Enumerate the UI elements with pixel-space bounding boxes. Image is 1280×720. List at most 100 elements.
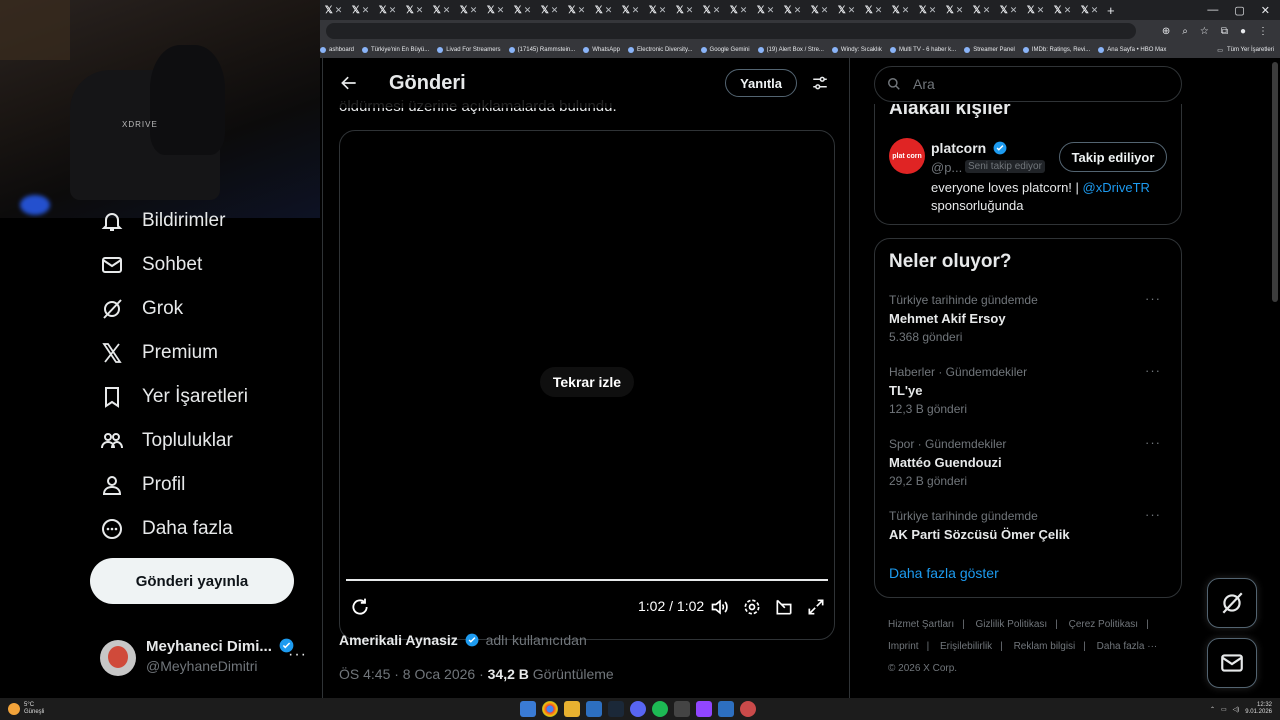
tab-close-icon[interactable]: ✕ [902, 5, 910, 16]
weather-widget[interactable]: 5°C Güneşli [8, 702, 44, 716]
clock[interactable]: 12:32 9.01.2026 [1245, 702, 1272, 716]
tab-close-icon[interactable]: ✕ [1091, 5, 1099, 16]
tab-close-icon[interactable]: ✕ [1064, 5, 1072, 16]
footer-link[interactable]: Hizmet Şartları [888, 619, 954, 630]
replay-button[interactable]: Tekrar izle [540, 367, 634, 397]
browser-tab[interactable]: 𝕏 ✕ [536, 0, 563, 20]
tab-close-icon[interactable]: ✕ [1010, 5, 1018, 16]
browser-tab[interactable]: 𝕏 ✕ [860, 0, 887, 20]
video-player[interactable]: Tekrar izle 1:02 / 1:02 [339, 130, 835, 640]
trend-more-icon[interactable]: ··· [1145, 291, 1161, 306]
nav-premium[interactable]: Premium [100, 338, 218, 368]
browser-tab[interactable]: 𝕏 ✕ [590, 0, 617, 20]
steam-icon[interactable] [608, 701, 624, 717]
bookmark-item[interactable]: Streamer Panel [964, 47, 1015, 53]
bookmark-item[interactable]: WhatsApp [583, 47, 620, 53]
tab-close-icon[interactable]: ✕ [740, 5, 748, 16]
tab-close-icon[interactable]: ✕ [956, 5, 964, 16]
replay-icon[interactable] [350, 597, 370, 617]
app-icon[interactable] [586, 701, 602, 717]
tab-close-icon[interactable]: ✕ [659, 5, 667, 16]
zoom-icon[interactable]: ⊕ [1162, 26, 1170, 37]
bookmark-item[interactable]: (19) Alert Box / Stre... [757, 47, 824, 53]
browser-tab[interactable]: 𝕏 ✕ [671, 0, 698, 20]
network-icon[interactable]: ▭ [1221, 706, 1227, 713]
reply-button[interactable]: Yanıtla [725, 69, 797, 97]
bookmark-item[interactable]: ashboard [320, 47, 354, 53]
trend-more-icon[interactable]: ··· [1145, 435, 1161, 450]
browser-tab[interactable]: 𝕏 ✕ [941, 0, 968, 20]
browser-tab[interactable]: 𝕏 ✕ [455, 0, 482, 20]
browser-tab[interactable]: 𝕏 ✕ [482, 0, 509, 20]
all-bookmarks-button[interactable]: ▭ Tüm Yer İşaretleri [1217, 47, 1280, 54]
browser-tab[interactable]: 𝕏 ✕ [1049, 0, 1076, 20]
trend-item[interactable]: Spor · Gündemdekiler Mattéo Guendouzi 29… [889, 435, 1169, 488]
nav-chat[interactable]: Sohbet [100, 250, 202, 280]
star-icon[interactable]: ☆ [1200, 26, 1209, 37]
address-bar[interactable] [326, 23, 1136, 39]
sliders-icon[interactable] [811, 74, 829, 92]
tab-close-icon[interactable]: ✕ [335, 5, 343, 16]
windows-start-icon[interactable] [520, 701, 536, 717]
browser-tab[interactable]: 𝕏 ✕ [779, 0, 806, 20]
app-icon[interactable] [674, 701, 690, 717]
show-more-link[interactable]: Daha fazla göster [889, 565, 999, 581]
grok-fab[interactable] [1207, 578, 1257, 628]
search-box[interactable] [874, 66, 1182, 102]
account-more-icon[interactable]: ··· [288, 646, 307, 664]
account-switcher[interactable]: Meyhaneci Dimi... @MeyhaneDimitri ··· [100, 636, 310, 680]
twitch-icon[interactable] [696, 701, 712, 717]
tab-close-icon[interactable]: ✕ [794, 5, 802, 16]
trend-item[interactable]: Türkiye tarihinde gündemde Mehmet Akif E… [889, 291, 1169, 344]
speaker-icon[interactable]: ◁) [1233, 706, 1240, 713]
browser-tab[interactable]: 𝕏 ✕ [1076, 0, 1103, 20]
close-window-icon[interactable]: ✕ [1261, 4, 1270, 17]
settings-gear-icon[interactable] [742, 597, 762, 617]
bookmark-item[interactable]: Windy: Sıcaklık [831, 47, 882, 53]
bookmark-item[interactable]: Multi TV - 6 haber k... [889, 47, 956, 53]
trend-item[interactable]: Haberler · Gündemdekiler TL'ye 12,3 B gö… [889, 363, 1169, 416]
new-tab-button[interactable]: + [1107, 3, 1115, 18]
footer-link[interactable]: Çerez Politikası [1069, 619, 1138, 630]
discord-icon[interactable] [630, 701, 646, 717]
post-timestamp[interactable]: ÖS 4:45 · 8 Oca 2026 · [339, 666, 484, 682]
tab-close-icon[interactable]: ✕ [605, 5, 613, 16]
bookmark-item[interactable]: IMDb: Ratings, Revi... [1022, 47, 1090, 53]
messages-fab[interactable] [1207, 638, 1257, 688]
tab-close-icon[interactable]: ✕ [416, 5, 424, 16]
back-arrow-icon[interactable] [339, 73, 359, 93]
browser-tab[interactable]: 𝕏 ✕ [833, 0, 860, 20]
tab-close-icon[interactable]: ✕ [524, 5, 532, 16]
footer-link[interactable]: Erişilebilirlik [940, 641, 992, 652]
tab-close-icon[interactable]: ✕ [1037, 5, 1045, 16]
bookmark-item[interactable]: Google Gemini [700, 47, 750, 53]
minimize-icon[interactable]: — [1207, 4, 1218, 17]
volume-icon[interactable] [710, 597, 730, 617]
browser-tab[interactable]: 𝕏 ✕ [374, 0, 401, 20]
trend-item[interactable]: Türkiye tarihinde gündemde AK Parti Sözc… [889, 507, 1169, 542]
byline-name[interactable]: Amerikali Aynasiz [339, 632, 458, 648]
nav-more[interactable]: Daha fazla [100, 514, 233, 544]
page-scrollbar[interactable] [1272, 62, 1278, 302]
following-button[interactable]: Takip ediliyor [1059, 142, 1167, 172]
app-icon[interactable] [740, 701, 756, 717]
footer-link[interactable]: Gizlilik Politikası [976, 619, 1048, 630]
related-person-name-row[interactable]: platcorn [931, 140, 1007, 156]
tab-close-icon[interactable]: ✕ [389, 5, 397, 16]
pip-icon[interactable] [774, 597, 794, 617]
tab-close-icon[interactable]: ✕ [443, 5, 451, 16]
trend-more-icon[interactable]: ··· [1145, 507, 1161, 522]
browser-tab[interactable]: 𝕏 ✕ [725, 0, 752, 20]
bookmark-item[interactable]: (17145) Rammstein... [508, 47, 575, 53]
platcorn-avatar[interactable]: plat corn [889, 138, 925, 174]
browser-tab[interactable]: 𝕏 ✕ [698, 0, 725, 20]
browser-tab[interactable]: 𝕏 ✕ [887, 0, 914, 20]
tab-close-icon[interactable]: ✕ [821, 5, 829, 16]
fullscreen-icon[interactable] [806, 597, 826, 617]
bookmark-item[interactable]: Türkiye'nin En Büyü... [362, 47, 429, 53]
profile-icon[interactable]: ● [1240, 26, 1246, 37]
footer-link[interactable]: Reklam bilgisi [1014, 641, 1076, 652]
tab-close-icon[interactable]: ✕ [362, 5, 370, 16]
browser-tab[interactable]: 𝕏 ✕ [509, 0, 536, 20]
bookmark-item[interactable]: Electronic Diversity... [627, 47, 693, 53]
